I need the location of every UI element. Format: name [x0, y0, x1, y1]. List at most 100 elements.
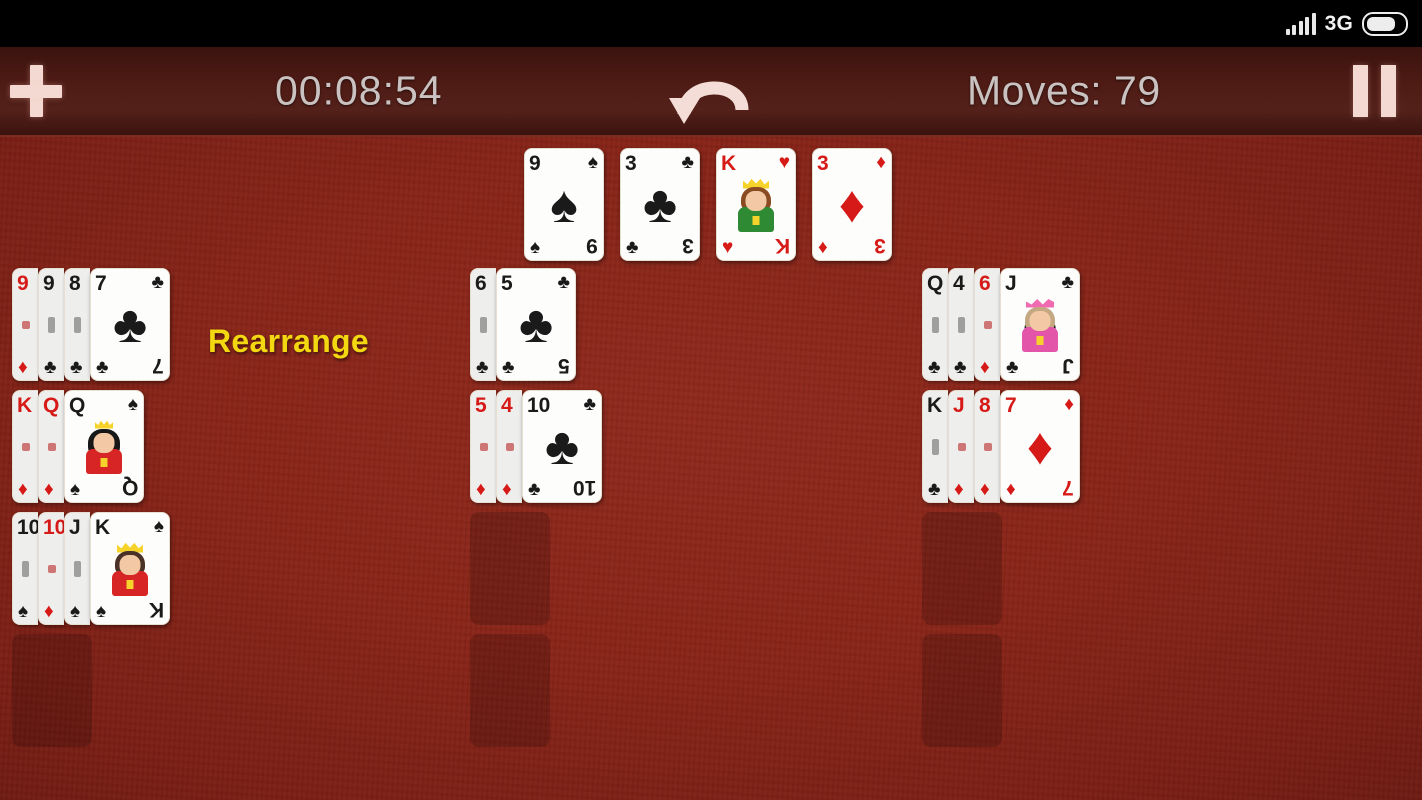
card-rank-top: 4 [501, 394, 513, 417]
playing-card[interactable]: 3 ♦ ♦ ♦ 3 [812, 148, 892, 261]
card-rank-top: J [69, 516, 81, 539]
card-sliver-mark [984, 443, 992, 451]
playing-card[interactable]: 3 ♣ ♣ ♣ 3 [620, 148, 700, 261]
playing-card[interactable]: 5♦♦♦ [470, 390, 496, 503]
card-sliver-mark [48, 443, 56, 451]
card-suit-bottom-icon: ♣ [954, 357, 967, 378]
playing-card[interactable]: K♥♥♥K [716, 148, 796, 261]
network-type-label: 3G [1324, 12, 1353, 35]
card-rank-bottom: 3 [874, 234, 886, 257]
timer-display: 00:08:54 [275, 67, 443, 114]
playing-card[interactable]: J♣♣♣J [1000, 268, 1080, 381]
card-pile[interactable]: K♣♣♣J♦♦♦8♦♦♦7♦♦♦7 [922, 390, 1080, 503]
playing-card[interactable]: 6♣♣♣ [470, 268, 496, 381]
playing-card[interactable]: 4♣♣♣ [948, 268, 974, 381]
card-sliver-mark [958, 317, 965, 333]
card-rank-top: 6 [475, 272, 487, 295]
signal-bars-icon [1285, 12, 1316, 35]
playing-card[interactable]: K♦♦♦ [12, 390, 38, 503]
card-suit-bottom-icon: ♣ [476, 357, 489, 378]
card-rank-top: Q [43, 394, 60, 417]
card-pile[interactable]: 5♦♦♦4♦♦♦10♣♣♣10 [470, 390, 602, 503]
card-suit-bottom-icon: ♦ [980, 357, 990, 378]
card-rank-top: 9 [43, 272, 55, 295]
card-sliver-mark [22, 443, 30, 451]
card-rank-top: K [17, 394, 33, 417]
card-suit-bottom-icon: ♣ [928, 479, 941, 500]
playing-card[interactable]: 6♦♦♦ [974, 268, 1000, 381]
playing-card[interactable]: Q♦♦♦ [38, 390, 64, 503]
court-figure-icon [109, 542, 151, 596]
card-sliver-mark [984, 321, 992, 329]
playing-card[interactable]: 10 ♣ ♣ ♣ 10 [522, 390, 602, 503]
moves-counter: Moves: 79 [967, 67, 1161, 114]
status-bar-right: 3G [1285, 11, 1408, 36]
card-suit-bottom-icon: ♦ [44, 601, 54, 622]
card-sliver-mark [48, 565, 56, 573]
card-rank-top: 8 [979, 394, 991, 417]
card-suit-bottom-icon: ♦ [476, 479, 486, 500]
empty-card-slot[interactable] [470, 634, 550, 747]
empty-card-slot[interactable] [470, 512, 550, 625]
playing-card[interactable]: 10♦♦♦ [38, 512, 64, 625]
card-sliver-mark [48, 317, 55, 333]
card-pile[interactable]: K♦♦♦Q♦♦♦Q♠♠♠Q [12, 390, 144, 503]
playing-card[interactable]: 8♣♣♣ [64, 268, 90, 381]
card-sliver-mark [74, 317, 81, 333]
card-pile[interactable]: 10♠♠♠10♦♦♦J♠♠♠K♠♠♠K [12, 512, 170, 625]
card-rank-bottom: K [148, 598, 164, 621]
card-rank-top: 4 [953, 272, 965, 295]
playing-card[interactable]: 4♦♦♦ [496, 390, 522, 503]
pause-icon[interactable] [1353, 65, 1396, 117]
card-sliver-mark [22, 561, 29, 577]
card-suit-bottom-icon: ♣ [1006, 357, 1019, 378]
playing-card[interactable]: 5 ♣ ♣ ♣ 5 [496, 268, 576, 381]
card-suit-bottom-icon: ♦ [1006, 479, 1016, 500]
empty-card-slot[interactable] [922, 512, 1002, 625]
playing-card[interactable]: 7 ♣ ♣ ♣ 7 [90, 268, 170, 381]
undo-arrow-icon[interactable] [664, 58, 764, 124]
playing-card[interactable]: Q♣♣♣ [922, 268, 948, 381]
card-rank-top: 9 [17, 272, 29, 295]
free-cells-row: 9♠♠♠93♣♣♣3K♥♥♥K3♦♦♦3 [524, 148, 892, 261]
card-sliver-mark [932, 439, 939, 455]
card-suit-bottom-icon: ♦ [980, 479, 990, 500]
card-suit-bottom-icon: ♣ [502, 357, 515, 378]
card-rank-top: 5 [475, 394, 487, 417]
playing-card[interactable]: J♦♦♦ [948, 390, 974, 503]
card-rank-top: 8 [69, 272, 81, 295]
playing-card[interactable]: Q♠♠♠Q [64, 390, 144, 503]
card-pile[interactable]: Q♣♣♣4♣♣♣6♦♦♦J♣♣♣J [922, 268, 1080, 381]
court-figure-icon [1019, 298, 1061, 352]
playing-card[interactable]: 7 ♦ ♦ ♦ 7 [1000, 390, 1080, 503]
new-game-plus-icon[interactable] [8, 63, 64, 119]
card-pile[interactable]: 6♣♣♣5♣♣♣5 [470, 268, 576, 381]
card-rank-top: J [953, 394, 965, 417]
card-sliver-mark [74, 561, 81, 577]
empty-card-slot[interactable] [12, 634, 92, 747]
playing-card[interactable]: 9 ♠ ♠ ♠ 9 [524, 148, 604, 261]
playing-card[interactable]: K♣♣♣ [922, 390, 948, 503]
empty-card-slot[interactable] [922, 634, 1002, 747]
playing-card[interactable]: 10♠♠♠ [12, 512, 38, 625]
playing-card[interactable]: J♠♠♠ [64, 512, 90, 625]
playing-card[interactable]: 9♦♦♦ [12, 268, 38, 381]
card-suit-bottom-icon: ♦ [954, 479, 964, 500]
card-rank-top: 6 [979, 272, 991, 295]
card-sliver-mark [506, 443, 514, 451]
card-pile[interactable]: 9♦♦♦9♣♣♣8♣♣♣7♣♣♣7 [12, 268, 170, 381]
card-rank-bottom: 7 [152, 354, 164, 377]
game-toolbar: 00:08:54 Moves: 79 [0, 47, 1422, 137]
card-rank-bottom: 3 [682, 234, 694, 257]
card-sliver-mark [480, 317, 487, 333]
card-rank-bottom: 10 [572, 476, 596, 499]
court-figure-icon [735, 178, 777, 232]
game-board: Rearrange 9♠♠♠93♣♣♣3K♥♥♥K3♦♦♦3 9♦♦♦9♣♣♣8… [0, 137, 1422, 800]
card-rank-bottom: 9 [586, 234, 598, 257]
playing-card[interactable]: K♠♠♠K [90, 512, 170, 625]
status-bar: 3G [0, 0, 1422, 47]
card-suit-bottom-icon: ♠ [96, 601, 107, 622]
card-suit-bottom-icon: ♣ [44, 357, 57, 378]
playing-card[interactable]: 8♦♦♦ [974, 390, 1000, 503]
playing-card[interactable]: 9♣♣♣ [38, 268, 64, 381]
